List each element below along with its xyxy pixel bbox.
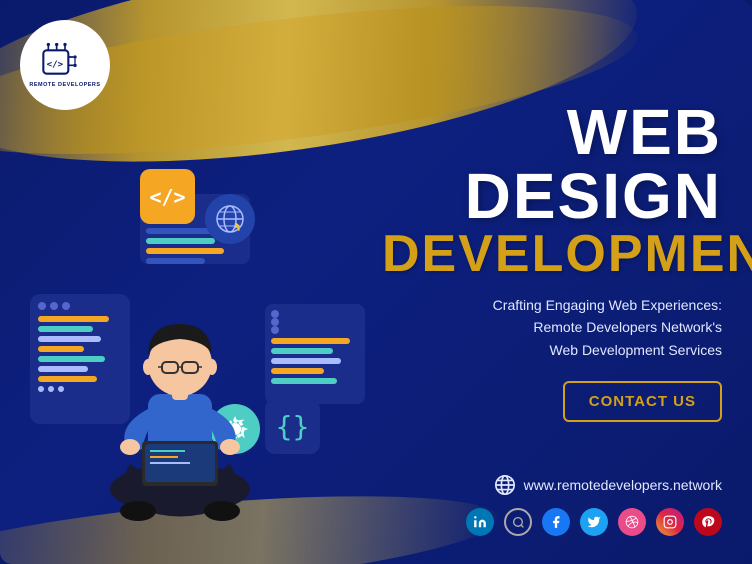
hero-subtitle: Crafting Engaging Web Experiences: Remot… <box>382 294 722 361</box>
contact-us-button[interactable]: CONTACT US <box>563 381 722 422</box>
social-icons-row <box>382 508 722 536</box>
title-development: DEVELOPMENT <box>382 228 722 280</box>
website-url[interactable]: www.remotedevelopers.network <box>524 477 722 493</box>
developer-figure <box>90 269 270 534</box>
title-web: WEB DESIGN <box>382 100 722 228</box>
dribbble-icon[interactable] <box>618 508 646 536</box>
illustration-area: </> <box>10 134 360 554</box>
website-globe-icon <box>494 474 516 496</box>
main-container: </> REMOTE DEVELOPERS </> <box>0 0 752 564</box>
floating-card-code-right <box>265 304 365 404</box>
facebook-icon[interactable] <box>542 508 570 536</box>
website-row: www.remotedevelopers.network <box>382 474 722 496</box>
code-icon-box: </> <box>140 169 195 224</box>
globe-icon-box <box>205 194 255 244</box>
logo-text: REMOTE DEVELOPERS <box>29 82 100 89</box>
search-icon[interactable] <box>504 508 532 536</box>
instagram-icon[interactable] <box>656 508 684 536</box>
svg-text:</>: </> <box>47 59 64 70</box>
linkedin-icon[interactable] <box>466 508 494 536</box>
curly-braces-icon: {} <box>265 399 320 454</box>
right-content-area: WEB DESIGN DEVELOPMENT Crafting Engaging… <box>382 100 722 536</box>
pinterest-icon[interactable] <box>694 508 722 536</box>
logo: </> REMOTE DEVELOPERS <box>20 20 110 110</box>
twitter-icon[interactable] <box>580 508 608 536</box>
logo-svg: </> <box>40 42 90 82</box>
